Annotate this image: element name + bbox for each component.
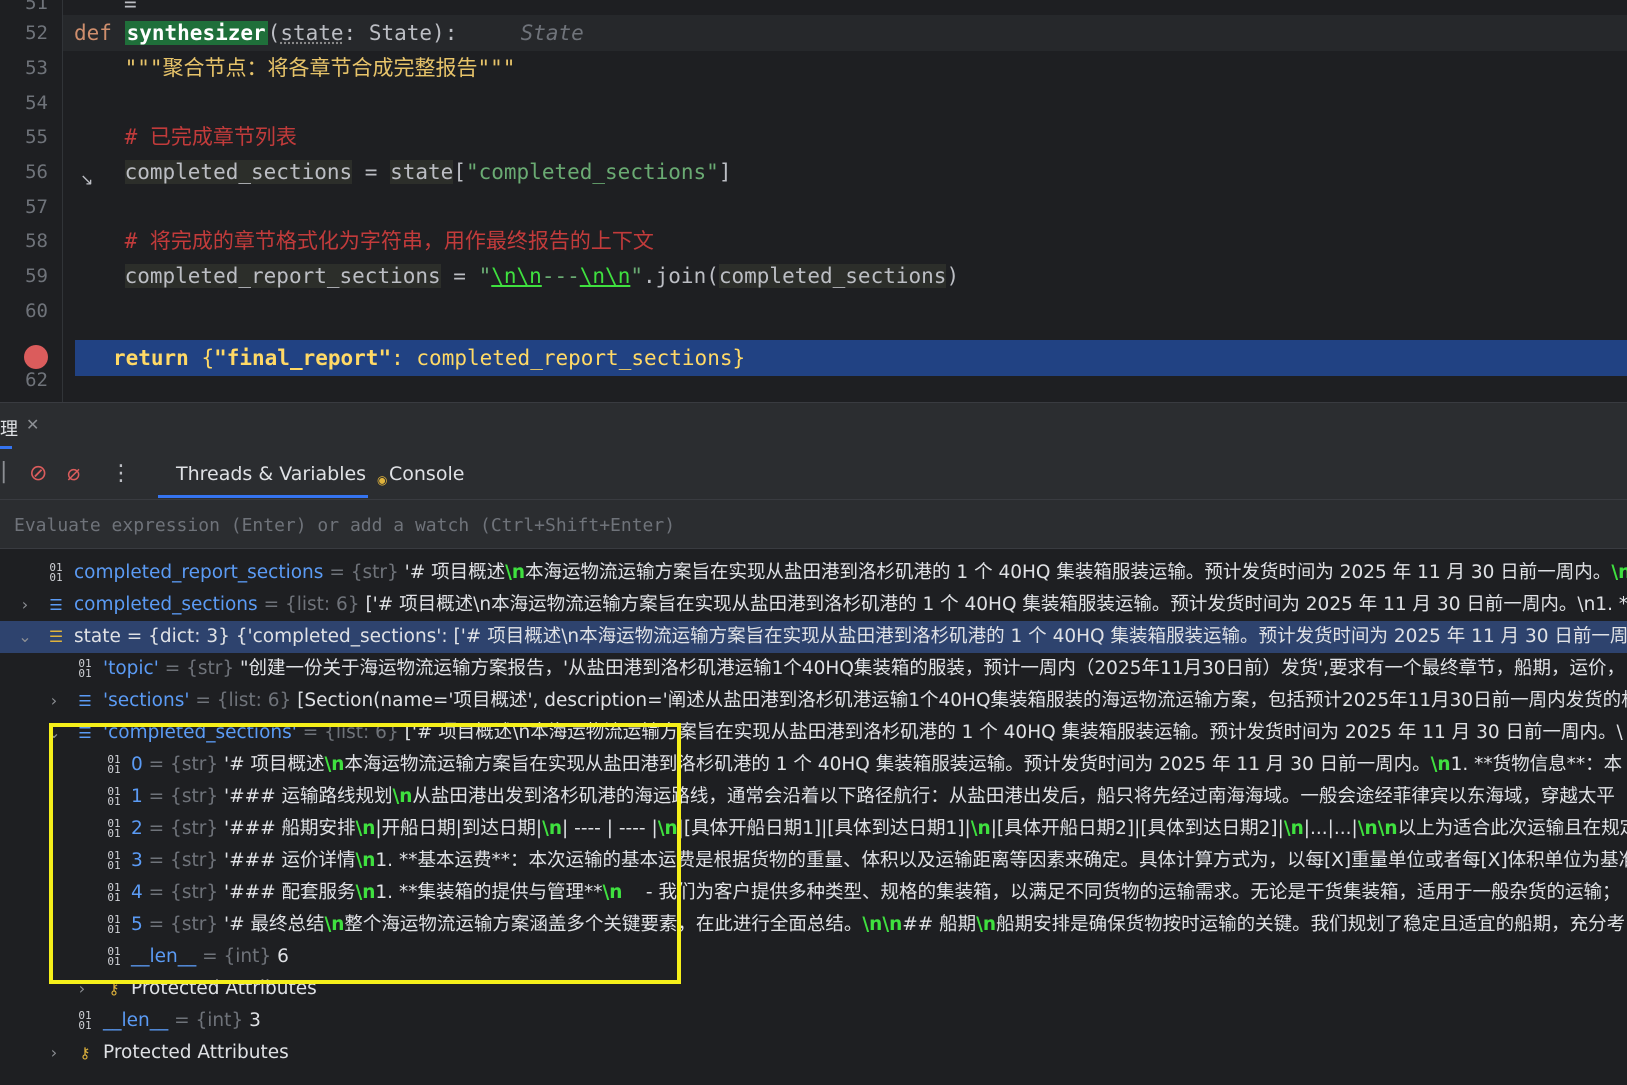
breakpoint-icon[interactable] bbox=[24, 345, 48, 369]
line-number: 59 bbox=[25, 265, 48, 287]
key-icon: ⚷ bbox=[79, 1044, 91, 1062]
variable-row-sections[interactable]: › ☰ 'sections' = {list: 6} [Section(name… bbox=[0, 685, 1627, 717]
chevron-right-icon[interactable]: › bbox=[18, 589, 32, 621]
str-type-icon: 01 01 bbox=[107, 913, 121, 936]
active-tab-indicator bbox=[158, 495, 368, 498]
protected-attributes-row[interactable]: › ⚷ Protected Attributes bbox=[0, 1037, 1627, 1069]
str-type-icon: 01 01 bbox=[107, 753, 121, 776]
variable-row-topic[interactable]: 01 01 'topic' = {str} "创建一份关于海运物流运输方案报告，'… bbox=[0, 653, 1627, 685]
code-line-52[interactable]: def synthesizer(state: State): State bbox=[63, 15, 1627, 51]
protected-attributes-row[interactable]: › ⚷ Protected Attributes bbox=[0, 973, 1627, 1005]
chevron-down-icon[interactable]: ⌄ bbox=[18, 621, 32, 653]
toolbar-separator: | bbox=[0, 459, 8, 484]
line-number: 60 bbox=[25, 300, 48, 322]
key-icon: ⚷ bbox=[108, 980, 120, 998]
mute-breakpoints-icon[interactable]: ⌀ bbox=[67, 461, 80, 486]
tab-console[interactable]: Console bbox=[389, 463, 464, 485]
line-number: 57 bbox=[25, 196, 48, 218]
line-number: 54 bbox=[25, 92, 48, 114]
chevron-right-icon[interactable]: › bbox=[47, 685, 61, 717]
chevron-down-icon[interactable]: ⌄ bbox=[47, 717, 61, 749]
line-number: 56 bbox=[25, 161, 48, 183]
str-type-icon: 01 01 bbox=[49, 561, 63, 584]
function-name: synthesizer bbox=[124, 21, 268, 45]
str-type-icon: 01 01 bbox=[107, 785, 121, 808]
variables-tree[interactable]: 01 01 completed_report_sections = {str} '… bbox=[0, 549, 1627, 1085]
code-editor[interactable]: 51 52 53 54 55 56 57 58 59 60 62 ↘ = def… bbox=[0, 0, 1627, 402]
line-number: 53 bbox=[25, 57, 48, 79]
evaluate-expression-bar bbox=[0, 500, 1627, 549]
str-type-icon: 01 01 bbox=[107, 817, 121, 840]
list-type-icon: ☰ bbox=[49, 596, 63, 614]
code-line-55[interactable]: # 已完成章节列表 bbox=[74, 119, 1627, 155]
code-line-61-current-execution[interactable]: return {"final_report": completed_report… bbox=[75, 340, 1627, 376]
code-line-59[interactable]: completed_report_sections = "\n\n---\n\n… bbox=[74, 258, 1627, 294]
code-line-58[interactable]: # 将完成的章节格式化为字符串，用作最终报告的上下文 bbox=[74, 223, 1627, 259]
list-item[interactable]: 01 01 4 = {str} '### 配套服务\n1. **集装箱的提供与管理… bbox=[0, 877, 1627, 909]
list-item[interactable]: 01 01 0 = {str} '# 项目概述\n本海运物流运输方案旨在实现从盐田… bbox=[0, 749, 1627, 781]
dict-type-icon: ☰ bbox=[48, 627, 64, 646]
line-number: 55 bbox=[25, 126, 48, 148]
close-icon[interactable]: ✕ bbox=[26, 415, 39, 434]
list-type-icon: ☰ bbox=[78, 692, 92, 710]
variable-row-completed-sections[interactable]: › ☰ completed_sections = {list: 6} ['# 项… bbox=[0, 589, 1627, 621]
line-number: 52 bbox=[25, 22, 48, 44]
inline-value-hint: State bbox=[520, 21, 584, 45]
debug-toolbar: | ⊘ ⌀ ⋮ Threads & Variables ◉ Console bbox=[0, 449, 1627, 500]
line-number: 62 bbox=[25, 369, 48, 391]
evaluate-expression-input[interactable] bbox=[12, 510, 1616, 540]
list-item[interactable]: 01 01 2 = {str} '### 船期安排\n|开船日期|到达日期|\n|… bbox=[0, 813, 1627, 845]
list-type-icon: ☰ bbox=[78, 724, 92, 742]
code-comment: # 已完成章节列表 bbox=[124, 125, 297, 149]
variable-row-state[interactable]: ⌄ ☰ state = {dict: 3} {'completed_sectio… bbox=[0, 621, 1627, 653]
line-number: 51 bbox=[25, 0, 48, 14]
chevron-right-icon[interactable]: › bbox=[47, 1037, 61, 1069]
code-line-53[interactable]: """聚合节点：将各章节合成完整报告""" bbox=[74, 50, 1627, 86]
code-line-56[interactable]: completed_sections = state["completed_se… bbox=[74, 154, 1627, 190]
docstring: """聚合节点：将各章节合成完整报告""" bbox=[124, 56, 516, 80]
variable-row-completed-report-sections[interactable]: 01 01 completed_report_sections = {str} '… bbox=[0, 557, 1627, 589]
list-item[interactable]: 01 01 1 = {str} '### 运输路线规划\n从盐田港出发到洛杉矶港的… bbox=[0, 781, 1627, 813]
more-options-icon[interactable]: ⋮ bbox=[110, 461, 132, 486]
code-comment: # 将完成的章节格式化为字符串，用作最终报告的上下文 bbox=[124, 229, 654, 253]
variable-row-state-completed-sections[interactable]: ⌄ ☰ 'completed_sections' = {list: 6} ['#… bbox=[0, 717, 1627, 749]
str-type-icon: 01 01 bbox=[107, 881, 121, 904]
line-number: 58 bbox=[25, 230, 48, 252]
console-icon: ◉ bbox=[377, 473, 388, 487]
int-type-icon: 01 01 bbox=[107, 945, 121, 968]
line-number-gutter[interactable]: 51 52 53 54 55 56 57 58 59 60 62 ↘ bbox=[0, 0, 93, 402]
int-type-icon: 01 01 bbox=[78, 1009, 92, 1032]
debug-session-tab-title[interactable]: 理 bbox=[0, 415, 18, 441]
variable-row-len[interactable]: 01 01 __len__ = {int} 6 bbox=[0, 941, 1627, 973]
str-type-icon: 01 01 bbox=[78, 657, 92, 680]
list-item[interactable]: 01 01 5 = {str} '# 最终总结\n整个海运物流运输方案涵盖多个关键… bbox=[0, 909, 1627, 941]
view-breakpoints-icon[interactable]: ⊘ bbox=[29, 461, 47, 486]
str-type-icon: 01 01 bbox=[107, 849, 121, 872]
chevron-right-icon[interactable]: › bbox=[75, 973, 89, 1005]
list-item[interactable]: 01 01 3 = {str} '### 运价详情\n1. **基本运费**：本次… bbox=[0, 845, 1627, 877]
tab-threads-variables[interactable]: Threads & Variables bbox=[176, 463, 366, 485]
debug-tool-window-header: 理 ✕ bbox=[0, 402, 1627, 450]
variable-row-len[interactable]: 01 01 __len__ = {int} 3 bbox=[0, 1005, 1627, 1037]
